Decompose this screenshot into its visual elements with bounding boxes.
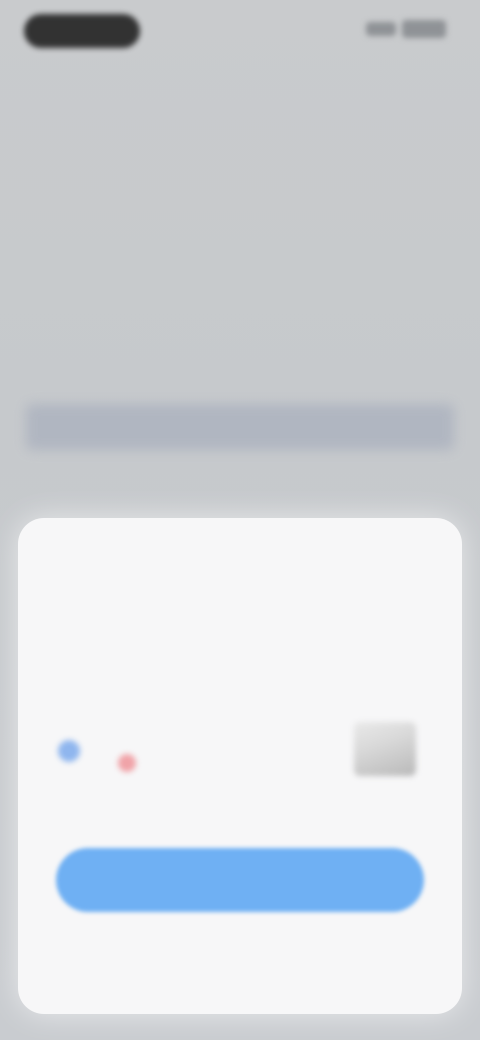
status-bar bbox=[0, 0, 480, 60]
status-indicators bbox=[366, 20, 446, 38]
bottom-sheet-dialog bbox=[18, 518, 462, 1014]
battery-icon bbox=[402, 20, 446, 38]
status-time-pill bbox=[24, 14, 140, 48]
badge-icon bbox=[118, 754, 136, 772]
radio-icon[interactable] bbox=[58, 740, 80, 762]
signal-icon bbox=[366, 22, 396, 36]
option-row[interactable] bbox=[48, 714, 426, 794]
option-thumbnail bbox=[354, 722, 416, 776]
background-content-band bbox=[26, 404, 454, 450]
confirm-button[interactable] bbox=[56, 848, 424, 912]
screen bbox=[0, 0, 480, 1040]
